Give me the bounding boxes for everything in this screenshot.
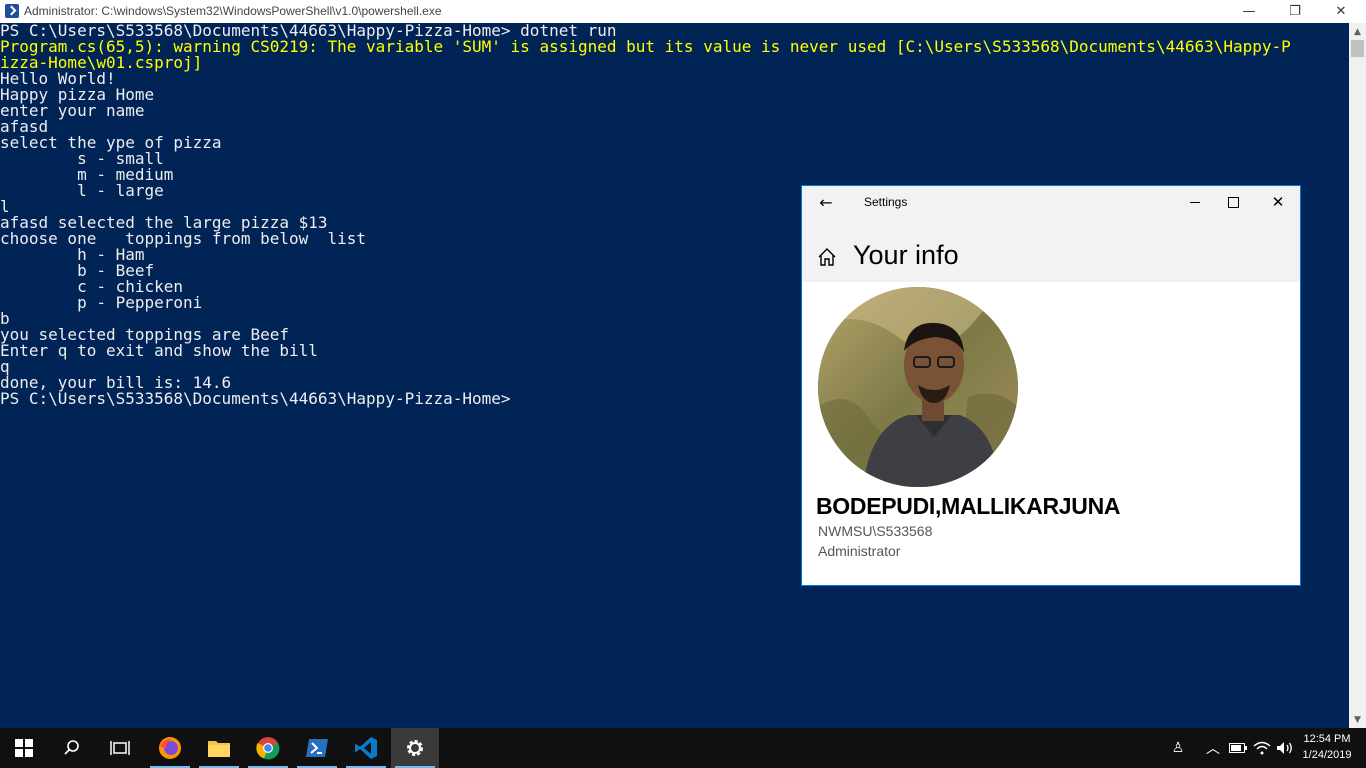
console-line: izza-Home\w01.csproj] (0, 53, 203, 72)
console-line: Hello World! (0, 69, 116, 88)
people-icon[interactable]: ♙ (1168, 738, 1188, 758)
home-icon[interactable] (816, 246, 838, 268)
account-id: NWMSU\S533568 (818, 523, 933, 539)
close-button[interactable]: ✕ (1318, 0, 1364, 23)
volume-icon[interactable] (1275, 738, 1295, 758)
settings-header: Your info (802, 218, 1300, 282)
windows-start-icon[interactable] (0, 728, 48, 768)
vscode-icon[interactable] (342, 728, 390, 768)
account-role: Administrator (818, 543, 901, 559)
settings-maximize-button[interactable] (1210, 186, 1256, 218)
maximize-button[interactable]: ❐ (1272, 0, 1318, 23)
console-line: s - small (0, 149, 164, 168)
settings-gear-icon[interactable] (391, 728, 439, 768)
powershell-taskbar-icon[interactable] (293, 728, 341, 768)
scroll-down-icon[interactable]: ▼ (1349, 711, 1366, 728)
chrome-icon[interactable] (244, 728, 292, 768)
search-icon[interactable] (48, 728, 96, 768)
clock-time: 12:54 PM (1303, 733, 1351, 745)
console-line: select the ype of pizza (0, 133, 222, 152)
firefox-icon[interactable] (146, 728, 194, 768)
minimize-button[interactable]: — (1226, 0, 1272, 23)
console-scrollbar[interactable] (1349, 23, 1366, 728)
user-avatar (818, 287, 1018, 487)
system-clock[interactable]: 12:54 PM 1/24/2019 (1296, 731, 1358, 763)
scroll-up-icon[interactable]: ▲ (1349, 23, 1366, 40)
user-name: BODEPUDI,MALLIKARJUNA (816, 493, 1121, 519)
back-arrow-icon[interactable]: ← (812, 190, 840, 214)
settings-title: Settings (864, 195, 908, 209)
settings-window: ← Settings ✕ Your info BODEPUDI,MALLIKAR… (801, 185, 1301, 586)
console-line: m - medium (0, 165, 174, 184)
clock-date: 1/24/2019 (1302, 749, 1352, 761)
battery-icon[interactable] (1228, 738, 1248, 758)
powershell-titlebar[interactable]: Administrator: C:\windows\System32\Windo… (0, 0, 1366, 23)
console-line: enter your name (0, 101, 145, 120)
settings-close-button[interactable]: ✕ (1255, 186, 1301, 218)
window-title: Administrator: C:\windows\System32\Windo… (24, 4, 442, 18)
page-title: Your info (853, 240, 959, 270)
task-view-icon[interactable] (96, 728, 144, 768)
file-explorer-icon[interactable] (195, 728, 243, 768)
console-line: Happy pizza Home (0, 85, 155, 104)
settings-titlebar[interactable]: ← Settings ✕ (802, 186, 1300, 218)
chevron-up-icon[interactable]: ︿ (1203, 738, 1223, 758)
scroll-thumb[interactable] (1351, 40, 1364, 57)
taskbar: ♙ ︿ 12:54 PM 1/24/2019 (0, 728, 1366, 768)
powershell-icon (5, 4, 19, 18)
console-line: Program.cs(65,5): warning CS0219: The va… (0, 37, 1291, 56)
wifi-icon[interactable] (1252, 738, 1272, 758)
